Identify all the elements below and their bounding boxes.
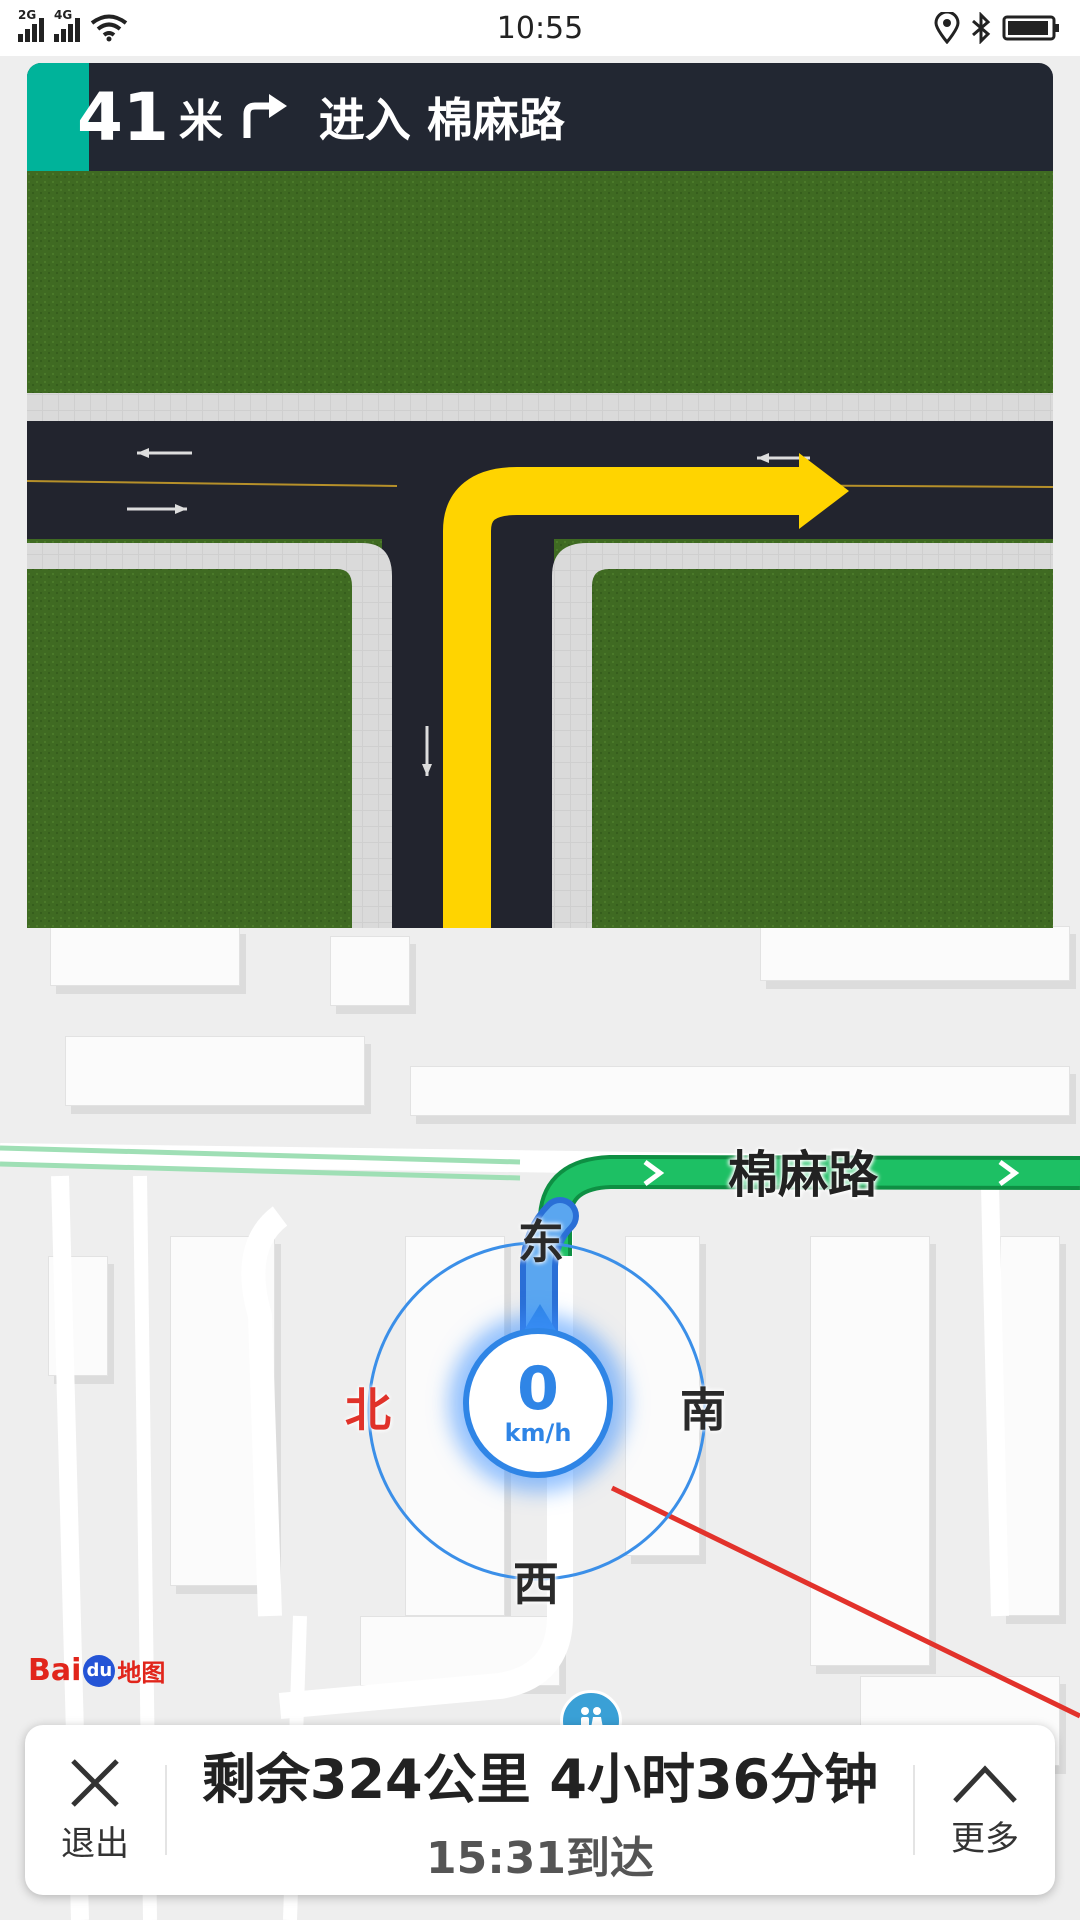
guidance-road-instruction: 进入 棉麻路 — [318, 93, 565, 147]
guidance-distance: 41 — [77, 78, 169, 156]
turn-guidance-banner[interactable]: 41 米 进入 棉麻路 — [27, 63, 1053, 171]
trip-remaining: 剩余324公里 4小时36分钟 — [201, 1747, 879, 1811]
compass-west: 西 — [513, 1557, 559, 1611]
junction-illustration — [27, 171, 1053, 928]
signal-icon: 2G — [18, 8, 44, 42]
location-icon — [934, 12, 960, 44]
compass-south: 南 — [680, 1383, 726, 1437]
trip-eta: 15:31到达 — [425, 1832, 655, 1884]
signal-icon: 4G — [54, 8, 80, 42]
compass-east: 东 — [518, 1215, 564, 1269]
speed-value: 0 — [517, 1354, 559, 1424]
baidu-map-logo: Bai du 地图 — [28, 1653, 166, 1688]
status-time: 10:55 — [496, 10, 584, 46]
bluetooth-icon — [972, 12, 991, 44]
exit-label: 退出 — [61, 1823, 129, 1864]
more-label: 更多 — [951, 1818, 1019, 1859]
trip-info[interactable]: 剩余324公里 4小时36分钟 15:31到达 — [167, 1735, 913, 1886]
junction-3d-view — [27, 171, 1053, 928]
compass-north: 北 — [345, 1383, 391, 1437]
speed-unit: km/h — [504, 1419, 572, 1447]
exit-navigation-button[interactable]: 退出 — [25, 1725, 165, 1895]
turn-right-icon — [243, 94, 287, 138]
close-icon — [71, 1758, 119, 1807]
status-bar: 2G 4G 10:55 — [0, 0, 1080, 56]
guidance-unit: 米 — [178, 96, 223, 147]
map-road-label: 棉麻路 — [728, 1146, 878, 1204]
trip-summary-panel: 退出 剩余324公里 4小时36分钟 15:31到达 更多 — [25, 1725, 1055, 1895]
more-button[interactable]: 更多 — [915, 1725, 1055, 1895]
chevron-up-icon — [953, 1764, 1017, 1803]
wifi-icon — [90, 14, 128, 42]
battery-icon — [1002, 15, 1059, 41]
current-speed-indicator: 0 km/h — [463, 1328, 613, 1478]
